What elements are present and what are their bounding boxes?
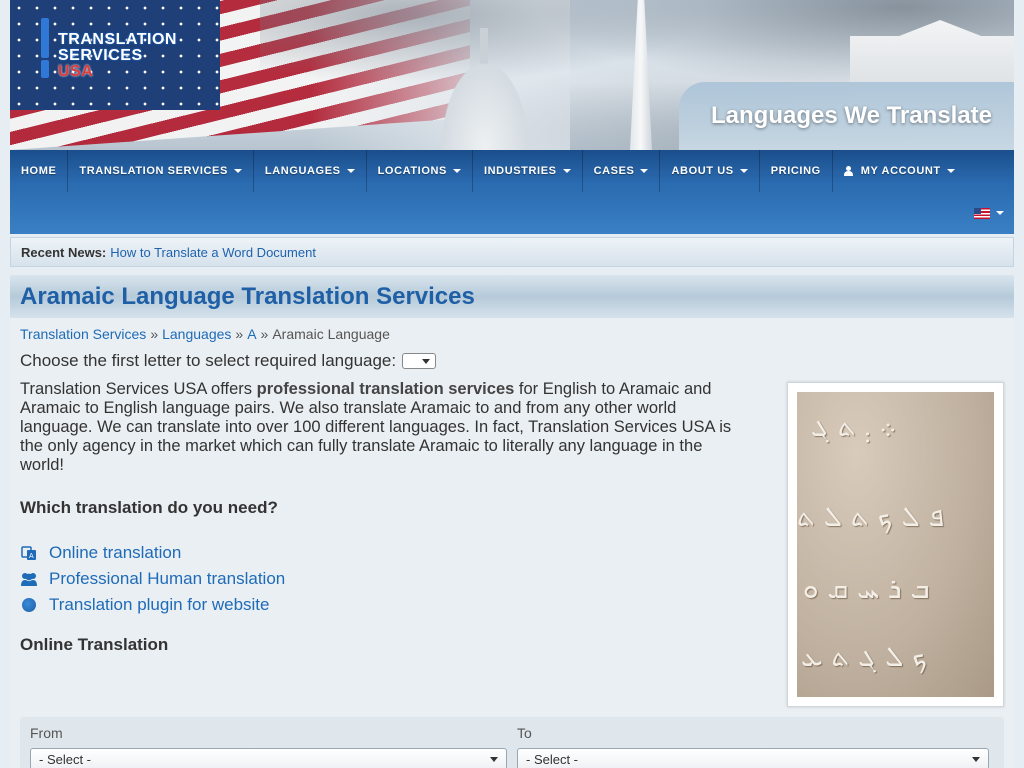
nav-row: HOME TRANSLATION SERVICES LANGUAGES LOCATIO… (10, 150, 1014, 192)
chevron-down-icon (562, 169, 571, 173)
chevron-down-icon (452, 169, 461, 173)
nav-item-locations[interactable]: LOCATIONS (367, 150, 473, 192)
letter-chooser-label: Choose the first letter to select requir… (20, 351, 397, 370)
nav-item-label: CASES (593, 165, 635, 177)
option-label: Online translation (49, 543, 182, 562)
letter-select[interactable] (402, 353, 437, 369)
news-link[interactable]: How to Translate a Word Document (110, 245, 316, 260)
to-label: To (517, 725, 532, 741)
nav-item-about-us[interactable]: ABOUT US (660, 150, 760, 192)
chevron-down-icon (946, 169, 955, 173)
glyph-row: ܒ ܪ ܚ ܩ ܘ (803, 572, 930, 605)
main-content: Translation Services» Languages» A» Aramaic… (10, 318, 1014, 768)
breadcrumb-separator: » (235, 326, 244, 342)
breadcrumb-link-services[interactable]: Translation Services (20, 326, 146, 342)
chevron-down-icon (346, 169, 355, 173)
main-navbar: HOME TRANSLATION SERVICES LANGUAGES LOCATIO… (10, 150, 1014, 234)
option-online-translation[interactable]: A Online translation (20, 540, 285, 566)
nav-item-label: INDUSTRIES (483, 165, 557, 177)
option-website-plugin[interactable]: Translation plugin for website (20, 592, 285, 618)
online-translator-panel: From - Select - To - Select - (20, 717, 1004, 768)
breadcrumb-current: Aramaic Language (272, 326, 390, 342)
title-bar: Aramaic Language Translation Services (10, 275, 1014, 318)
logo-icon (38, 18, 52, 78)
logo-line-2: SERVICES (58, 47, 143, 64)
to-language-select[interactable]: - Select - (517, 748, 989, 768)
intro-text-1: Translation Services USA offers (20, 380, 257, 398)
from-select-value: - Select - (39, 751, 92, 767)
translation-question: Which translation do you need? (20, 498, 278, 517)
option-label: Professional Human translation (49, 569, 286, 588)
breadcrumb: Translation Services» Languages» A» Aramaic… (20, 326, 390, 342)
translate-icon: A (20, 544, 38, 562)
nav-row-secondary (10, 192, 1014, 234)
svg-text:A: A (29, 553, 34, 560)
chevron-down-icon (739, 169, 748, 173)
breadcrumb-link-a[interactable]: A (247, 326, 256, 342)
nav-item-label: PRICING (770, 165, 821, 177)
glyph-row: ܦ ܠ ܟ ܬ ܠ ܬ (797, 500, 945, 533)
intro-bold-text: professional translation services (256, 380, 515, 398)
nav-item-label: TRANSLATION SERVICES (79, 165, 228, 177)
logo-line-3: USA (58, 63, 94, 80)
logo-line-1: TRANSLATION (58, 31, 177, 48)
page-title: Aramaic Language Translation Services (20, 282, 475, 310)
capitol-dome (430, 40, 540, 150)
recent-news-bar: Recent News: How to Translate a Word Doc… (10, 237, 1014, 267)
breadcrumb-separator: » (150, 326, 159, 342)
banner-title: Languages We Translate (711, 102, 992, 129)
us-flag-icon (974, 207, 990, 219)
nav-item-label: ABOUT US (671, 165, 734, 177)
letter-chooser: Choose the first letter to select requir… (20, 351, 437, 371)
online-translation-heading: Online Translation (20, 635, 169, 654)
breadcrumb-separator: » (260, 326, 269, 342)
to-select-value: - Select - (526, 751, 579, 767)
nav-item-my-account[interactable]: MY ACCOUNT (833, 150, 966, 192)
logo-text: TRANSLATION SERVICES USA (58, 18, 177, 80)
option-label: Translation plugin for website (49, 595, 270, 614)
nav-item-label: LOCATIONS (377, 165, 447, 177)
translation-options: A Online translation Professional Human … (20, 540, 285, 618)
header-banner: TRANSLATION SERVICES USA Languages We Tr… (10, 0, 1014, 150)
news-label: Recent News: (21, 244, 107, 260)
from-language-select[interactable]: - Select - (30, 748, 507, 768)
users-icon (20, 570, 38, 588)
nav-item-label: HOME (21, 165, 57, 177)
nav-item-languages[interactable]: LANGUAGES (254, 150, 367, 192)
nav-item-pricing[interactable]: PRICING (760, 150, 833, 192)
nav-item-industries[interactable]: INDUSTRIES (473, 150, 583, 192)
glyph-row: ܟ ܠ ܓ ܬ ܥ (801, 640, 928, 673)
nav-item-label: LANGUAGES (264, 165, 341, 177)
aramaic-inscription-image: ܀ ܄ ܬ ܓ ܦ ܠ ܟ ܬ ܠ ܬ ܒ ܪ ܚ ܩ ܘ ܟ ܠ ܓ ܬ ܥ (787, 382, 1004, 707)
chevron-down-icon (640, 169, 649, 173)
stone-tablet: ܀ ܄ ܬ ܓ ܦ ܠ ܟ ܬ ܠ ܬ ܒ ܪ ܚ ܩ ܘ ܟ ܠ ܓ ܬ ܥ (797, 392, 994, 697)
breadcrumb-link-languages[interactable]: Languages (162, 326, 231, 342)
nav-item-home[interactable]: HOME (10, 150, 69, 192)
globe-icon (20, 596, 38, 614)
chevron-down-icon (996, 211, 1004, 215)
site-logo[interactable]: TRANSLATION SERVICES USA (38, 18, 177, 80)
chevron-down-icon (233, 169, 242, 173)
language-switcher[interactable] (974, 207, 1004, 219)
nav-item-cases[interactable]: CASES (583, 150, 661, 192)
intro-paragraph: Translation Services USA offers professi… (20, 380, 750, 475)
user-icon (843, 166, 853, 176)
nav-item-translation-services[interactable]: TRANSLATION SERVICES (68, 150, 254, 192)
languages-tab-header: Languages We Translate (679, 82, 1014, 150)
option-human-translation[interactable]: Professional Human translation (20, 566, 285, 592)
nav-item-label: MY ACCOUNT (860, 165, 941, 177)
glyph-row: ܀ ܄ ܬ ܓ (811, 410, 897, 443)
from-label: From (30, 725, 63, 741)
